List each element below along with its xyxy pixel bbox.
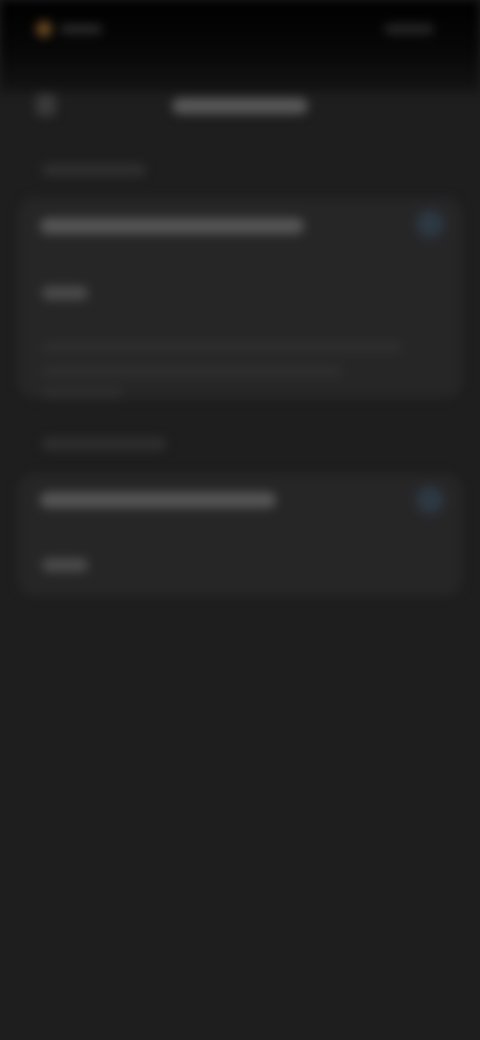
page-title: [172, 98, 308, 114]
setting-value: [42, 286, 88, 300]
status-indicators: [384, 24, 434, 34]
notification-icon: [36, 21, 52, 37]
setting-description-line: [42, 366, 342, 376]
setting-description-line: [42, 388, 122, 398]
blurred-screen: [0, 0, 480, 1040]
section-label: [42, 438, 166, 450]
blurred-content: [0, 0, 480, 1040]
section-label: [42, 164, 146, 176]
status-bar: [0, 0, 480, 60]
header: [0, 76, 480, 136]
setting-row-title[interactable]: [40, 492, 276, 508]
status-time: [60, 25, 102, 33]
setting-value: [42, 558, 88, 572]
status-left: [36, 20, 116, 38]
setting-description: [42, 342, 402, 352]
setting-row-title[interactable]: [40, 218, 304, 234]
info-icon[interactable]: [416, 210, 444, 238]
info-icon[interactable]: [416, 486, 444, 514]
back-icon[interactable]: [36, 94, 56, 116]
